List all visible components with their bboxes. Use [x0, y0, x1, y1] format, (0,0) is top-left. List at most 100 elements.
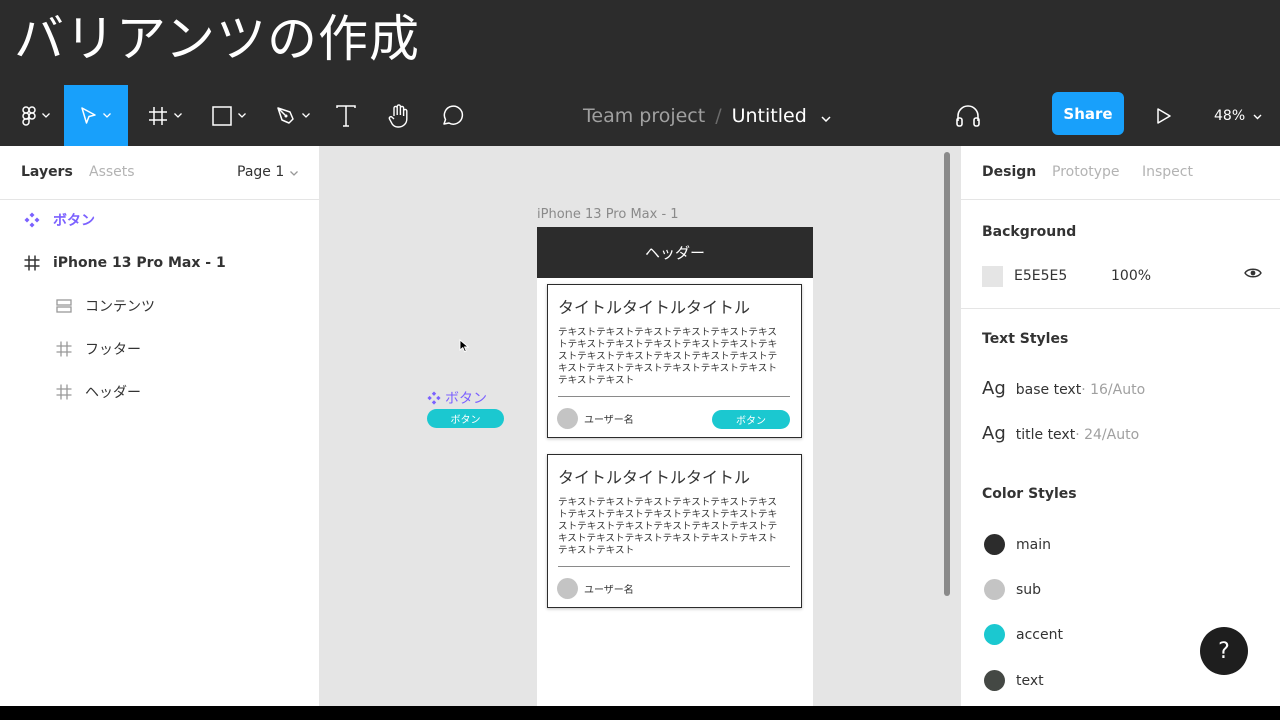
text-style-item[interactable]: Ag base text · 16/Auto: [982, 378, 1145, 399]
component-label[interactable]: ボタン: [427, 388, 487, 408]
card-divider: [558, 566, 790, 567]
layer-label: iPhone 13 Pro Max - 1: [53, 255, 226, 271]
mouse-cursor-icon: [459, 338, 470, 357]
layer-label: フッター: [85, 342, 141, 358]
color-style-swatch: [984, 579, 1005, 600]
frame-icon: [55, 383, 73, 401]
help-button[interactable]: ?: [1200, 627, 1248, 675]
comment-tool-icon: [441, 104, 465, 127]
color-style-item[interactable]: main: [984, 534, 1051, 555]
chevron-down-icon[interactable]: [821, 105, 831, 127]
tab-inspect[interactable]: Inspect: [1142, 164, 1193, 180]
card-body: テキストテキストテキストテキストテキストテキストテキストテキストテキストテキスト…: [558, 327, 778, 386]
content-card[interactable]: タイトルタイトルタイトル テキストテキストテキストテキストテキストテキストテキス…: [547, 454, 802, 608]
layer-item-header[interactable]: ヘッダー: [0, 371, 320, 413]
component-label-text: ボタン: [445, 391, 487, 407]
shape-tool-icon: [212, 105, 232, 126]
color-style-item[interactable]: text: [984, 670, 1044, 691]
zoom-menu[interactable]: 48%: [1214, 85, 1262, 146]
present-play-icon: [1157, 107, 1171, 124]
frame-header[interactable]: ヘッダー: [537, 227, 813, 278]
text-styles-section-title: Text Styles: [982, 331, 1069, 347]
present-button[interactable]: [1150, 85, 1178, 146]
figma-menu-icon: [22, 105, 36, 126]
move-tool-icon: [81, 106, 97, 125]
background-color-swatch[interactable]: [982, 265, 1003, 287]
chevron-down-icon: [290, 164, 299, 180]
text-style-meta: · 16/Auto: [1081, 382, 1146, 398]
breadcrumb-separator: /: [715, 104, 722, 127]
pen-tool-icon: [276, 106, 296, 126]
layer-label: コンテンツ: [85, 299, 155, 315]
text-style-name: base text: [1015, 382, 1082, 398]
overlay-heading: バリアンツの作成: [14, 10, 420, 68]
chevron-down-icon: [42, 113, 50, 118]
file-name[interactable]: Untitled: [732, 105, 807, 127]
frame-label[interactable]: iPhone 13 Pro Max - 1: [537, 207, 679, 222]
tab-prototype[interactable]: Prototype: [1052, 164, 1120, 180]
tab-assets[interactable]: Assets: [89, 164, 135, 180]
background-fill-row[interactable]: E5E5E5 100%: [982, 265, 1262, 287]
tab-layers[interactable]: Layers: [21, 164, 73, 180]
hand-tool-icon: [388, 103, 410, 128]
zoom-level[interactable]: 48%: [1214, 108, 1245, 124]
text-style-preview: Ag: [982, 423, 1006, 444]
text-tool-icon: [336, 104, 356, 127]
text-style-preview: Ag: [982, 378, 1006, 399]
background-opacity-value[interactable]: 100%: [1111, 268, 1151, 284]
card-title: タイトルタイトルタイトル: [558, 468, 751, 487]
section-divider: [961, 308, 1280, 309]
layer-item-footer[interactable]: フッター: [0, 328, 320, 370]
text-tool-button[interactable]: [330, 85, 362, 146]
text-style-name: title text: [1015, 427, 1076, 443]
card-body: テキストテキストテキストテキストテキストテキストテキストテキストテキストテキスト…: [558, 497, 778, 556]
file-breadcrumb[interactable]: Team project / Untitled: [583, 85, 831, 146]
card-title: タイトルタイトルタイトル: [558, 298, 751, 317]
color-style-swatch: [984, 670, 1005, 691]
auto-layout-icon: [55, 297, 73, 315]
iphone-frame[interactable]: ヘッダー タイトルタイトルタイトル テキストテキストテキストテキストテキストテキ…: [537, 227, 813, 706]
page-selector[interactable]: Page 1: [237, 164, 299, 180]
button-component[interactable]: ボタン: [427, 409, 504, 428]
color-style-swatch: [984, 624, 1005, 645]
chevron-down-icon: [1253, 108, 1262, 124]
move-tool-button[interactable]: [64, 85, 128, 146]
comment-tool-button[interactable]: [436, 85, 470, 146]
text-style-item[interactable]: Ag title text · 24/Auto: [982, 423, 1139, 444]
layer-item-button-component[interactable]: ボタン: [0, 199, 320, 241]
content-card[interactable]: タイトルタイトルタイトル テキストテキストテキストテキストテキストテキストテキス…: [547, 284, 802, 438]
avatar: [557, 578, 578, 599]
layer-label: ボタン: [53, 213, 95, 229]
main-menu-button[interactable]: [14, 85, 58, 146]
page-name[interactable]: Page 1: [237, 164, 284, 180]
layer-item-iphone-frame[interactable]: iPhone 13 Pro Max - 1: [0, 242, 320, 284]
card-button[interactable]: ボタン: [712, 410, 790, 429]
layer-label: ヘッダー: [85, 385, 141, 401]
eye-icon[interactable]: [1244, 267, 1262, 283]
shape-tool-button[interactable]: [204, 85, 254, 146]
layer-item-contents[interactable]: コンテンツ: [0, 285, 320, 327]
tab-design[interactable]: Design: [982, 164, 1036, 180]
card-username: ユーザー名: [584, 415, 634, 426]
avatar: [557, 408, 578, 429]
frame-tool-icon: [148, 106, 168, 126]
background-hex-value[interactable]: E5E5E5: [1014, 268, 1111, 284]
component-icon: [23, 211, 41, 229]
frame-tool-button[interactable]: [140, 85, 190, 146]
canvas-scrollbar[interactable]: [944, 152, 950, 596]
right-panel-tabs: Design Prototype Inspect: [961, 146, 1280, 200]
chevron-down-icon: [302, 113, 310, 118]
chevron-down-icon: [174, 113, 182, 118]
color-style-item[interactable]: accent: [984, 624, 1063, 645]
color-style-item[interactable]: sub: [984, 579, 1041, 600]
team-name[interactable]: Team project: [583, 105, 705, 127]
pen-tool-button[interactable]: [270, 85, 316, 146]
hand-tool-button[interactable]: [382, 85, 416, 146]
background-section-title: Background: [982, 224, 1077, 240]
share-button[interactable]: Share: [1052, 92, 1124, 135]
color-styles-section-title: Color Styles: [982, 486, 1077, 502]
color-style-name: sub: [1016, 581, 1042, 598]
layers-panel: Layers Assets Page 1 ボタン iPhone 13 Pro M…: [0, 146, 320, 706]
audio-button[interactable]: [952, 85, 984, 146]
design-panel: Design Prototype Inspect Background E5E5…: [960, 146, 1280, 706]
